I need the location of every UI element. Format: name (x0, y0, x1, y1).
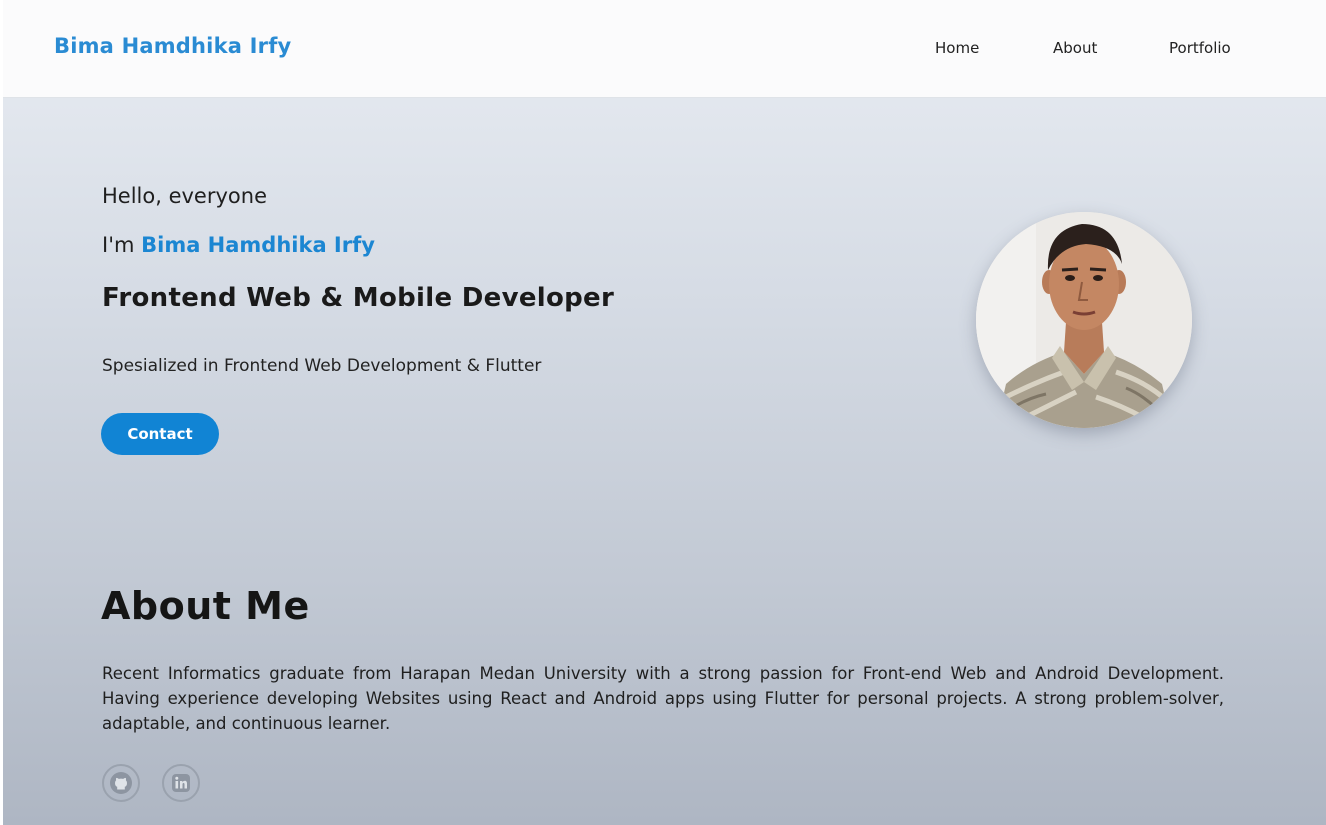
hero-intro-prefix: I'm (102, 233, 142, 257)
linkedin-link[interactable] (162, 764, 200, 802)
hero-specialty: Spesialized in Frontend Web Development … (102, 356, 542, 376)
hero-greeting: Hello, everyone (102, 184, 267, 208)
nav-link-home[interactable]: Home (935, 39, 979, 57)
contact-button[interactable]: Contact (101, 413, 219, 455)
hero-intro: I'm Bima Hamdhika Irfy (102, 233, 375, 257)
nav-link-about[interactable]: About (1053, 39, 1097, 57)
about-title: About Me (101, 584, 310, 628)
hero-name: Bima Hamdhika Irfy (141, 233, 375, 257)
about-description: Recent Informatics graduate from Harapan… (102, 664, 1224, 733)
page-edge (0, 0, 3, 825)
profile-photo (976, 212, 1192, 428)
navbar: Bima Hamdhika Irfy Home About Portfolio (3, 0, 1326, 98)
github-link[interactable] (102, 764, 140, 802)
hero-role: Frontend Web & Mobile Developer (102, 283, 615, 313)
brand-link[interactable]: Bima Hamdhika Irfy (54, 34, 291, 58)
github-icon (110, 772, 132, 794)
linkedin-icon (172, 774, 190, 792)
profile-photo-illustration (976, 212, 1192, 428)
nav-link-portfolio[interactable]: Portfolio (1169, 39, 1231, 57)
